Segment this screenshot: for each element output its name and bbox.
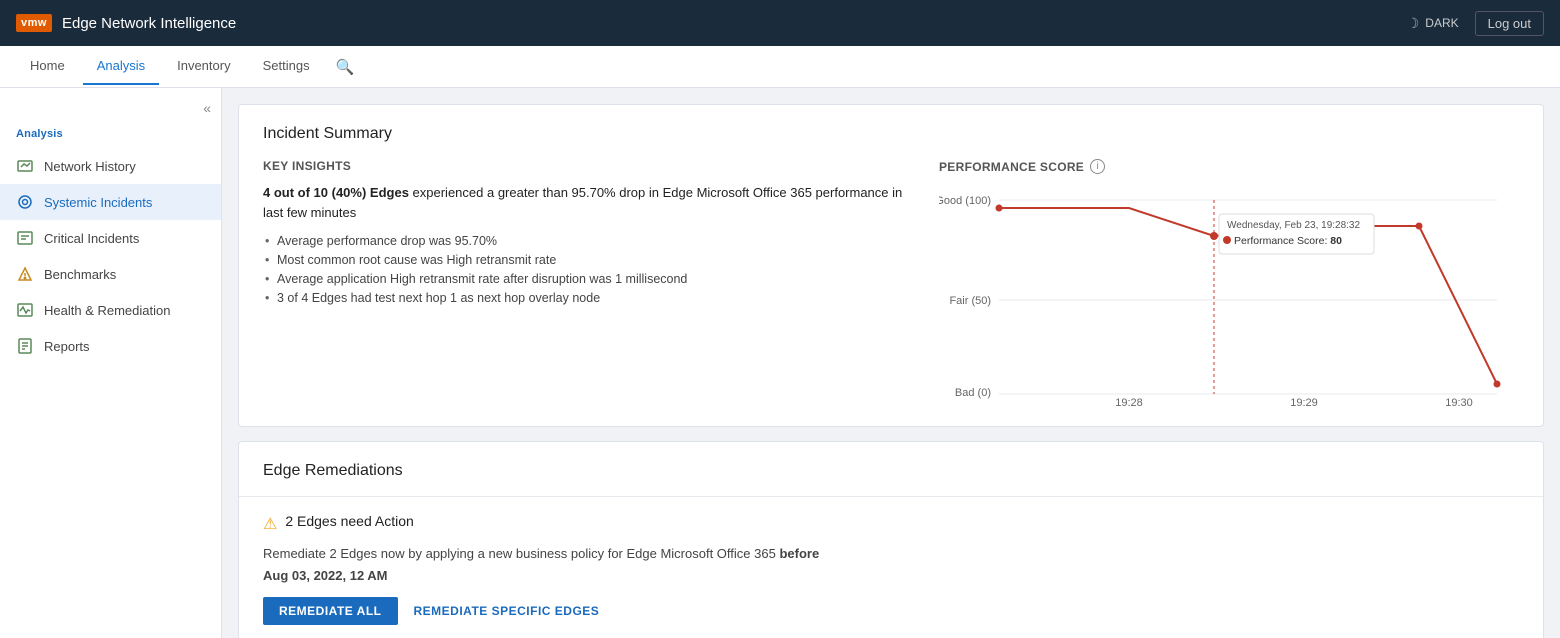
topbar: vmw Edge Network Intelligence ☽ DARK Log…	[0, 0, 1560, 46]
perf-score-title: Performance Score	[939, 160, 1084, 174]
sidebar-section-label: Analysis	[0, 124, 221, 148]
incident-summary-card: Incident Summary Key Insights 4 out of 1…	[238, 104, 1544, 427]
alert-title: 2 Edges need Action	[285, 513, 413, 529]
insight-bullets: Average performance drop was 95.70% Most…	[263, 234, 919, 305]
tab-home[interactable]: Home	[16, 48, 79, 85]
performance-score-chart: Good (100) Fair (50) Bad (0)	[939, 186, 1519, 406]
sidebar-label-critical-incidents: Critical Incidents	[44, 231, 139, 246]
remediate-specific-button[interactable]: REMEDIATE SPECIFIC EDGES	[410, 597, 604, 625]
moon-icon: ☽	[1407, 15, 1420, 32]
remediation-text: Remediate 2 Edges now by applying a new …	[263, 544, 1519, 564]
edge-remediations-title: Edge Remediations	[263, 462, 1519, 480]
info-icon[interactable]: i	[1090, 159, 1105, 174]
sidebar-collapse-area: «	[0, 96, 221, 124]
dark-toggle[interactable]: ☽ DARK	[1407, 15, 1459, 32]
insight-headline: 4 out of 10 (40%) Edges experienced a gr…	[263, 183, 919, 222]
button-row: REMEDIATE ALL REMEDIATE SPECIFIC EDGES	[263, 597, 1519, 625]
performance-score-panel: Performance Score i Good (100) Fair (50)…	[939, 159, 1519, 406]
remediate-all-button[interactable]: REMEDIATE ALL	[263, 597, 398, 625]
vmw-logo: vmw	[16, 14, 52, 32]
main-content: Incident Summary Key Insights 4 out of 1…	[222, 88, 1560, 638]
key-insights-panel: Key Insights 4 out of 10 (40%) Edges exp…	[263, 159, 919, 406]
sidebar-item-critical-incidents[interactable]: Critical Incidents	[0, 220, 221, 256]
incident-layout: Key Insights 4 out of 10 (40%) Edges exp…	[263, 159, 1519, 406]
svg-text:Good (100): Good (100)	[939, 195, 991, 207]
logout-button[interactable]: Log out	[1475, 11, 1544, 36]
tab-settings[interactable]: Settings	[249, 48, 324, 85]
tab-analysis[interactable]: Analysis	[83, 48, 159, 85]
svg-text:Bad (0): Bad (0)	[955, 387, 991, 399]
sidebar-item-reports[interactable]: Reports	[0, 328, 221, 364]
topbar-logo: vmw Edge Network Intelligence	[16, 14, 1407, 32]
svg-text:19:28: 19:28	[1115, 397, 1143, 406]
key-insights-label: Key Insights	[263, 159, 919, 173]
svg-text:19:30: 19:30	[1445, 397, 1473, 406]
sidebar-item-systemic-incidents[interactable]: Systemic Incidents	[0, 184, 221, 220]
bullet-4: 3 of 4 Edges had test next hop 1 as next…	[263, 291, 919, 305]
chart-svg: Good (100) Fair (50) Bad (0)	[939, 186, 1519, 406]
remediation-warning: ⚠ 2 Edges need Action	[263, 513, 1519, 534]
sidebar: « Analysis Network History Systemic Inci…	[0, 88, 222, 638]
tab-inventory[interactable]: Inventory	[163, 48, 244, 85]
topbar-right: ☽ DARK Log out	[1407, 11, 1544, 36]
card-divider	[239, 496, 1543, 497]
collapse-button[interactable]: «	[203, 100, 211, 116]
sidebar-label-network-history: Network History	[44, 159, 136, 174]
incident-summary-title: Incident Summary	[263, 125, 1519, 143]
svg-text:Performance Score: 80: Performance Score: 80	[1234, 235, 1342, 247]
warning-icon: ⚠	[263, 514, 277, 534]
bullet-3: Average application High retransmit rate…	[263, 272, 919, 286]
remediation-date: Aug 03, 2022, 12 AM	[263, 568, 1519, 583]
main-layout: « Analysis Network History Systemic Inci…	[0, 88, 1560, 638]
tab-navigation: Home Analysis Inventory Settings 🔍	[0, 46, 1560, 88]
svg-text:Wednesday, Feb 23, 19:28:32: Wednesday, Feb 23, 19:28:32	[1227, 220, 1360, 231]
search-icon[interactable]: 🔍	[336, 58, 355, 76]
sidebar-label-systemic-incidents: Systemic Incidents	[44, 195, 152, 210]
sidebar-label-reports: Reports	[44, 339, 90, 354]
dark-label: DARK	[1425, 16, 1458, 30]
network-history-icon	[16, 157, 34, 175]
systemic-incidents-icon	[16, 193, 34, 211]
svg-text:19:29: 19:29	[1290, 397, 1318, 406]
sidebar-label-health-remediation: Health & Remediation	[44, 303, 170, 318]
sidebar-item-network-history[interactable]: Network History	[0, 148, 221, 184]
app-title: Edge Network Intelligence	[62, 15, 236, 32]
perf-score-header: Performance Score i	[939, 159, 1519, 174]
bullet-2: Most common root cause was High retransm…	[263, 253, 919, 267]
sidebar-item-benchmarks[interactable]: Benchmarks	[0, 256, 221, 292]
edge-remediations-card: Edge Remediations ⚠ 2 Edges need Action …	[238, 441, 1544, 638]
reports-icon	[16, 337, 34, 355]
sidebar-label-benchmarks: Benchmarks	[44, 267, 116, 282]
sidebar-item-health-remediation[interactable]: Health & Remediation	[0, 292, 221, 328]
critical-incidents-icon	[16, 229, 34, 247]
benchmarks-icon	[16, 265, 34, 283]
svg-text:Fair (50): Fair (50)	[949, 295, 991, 307]
bullet-1: Average performance drop was 95.70%	[263, 234, 919, 248]
health-remediation-icon	[16, 301, 34, 319]
